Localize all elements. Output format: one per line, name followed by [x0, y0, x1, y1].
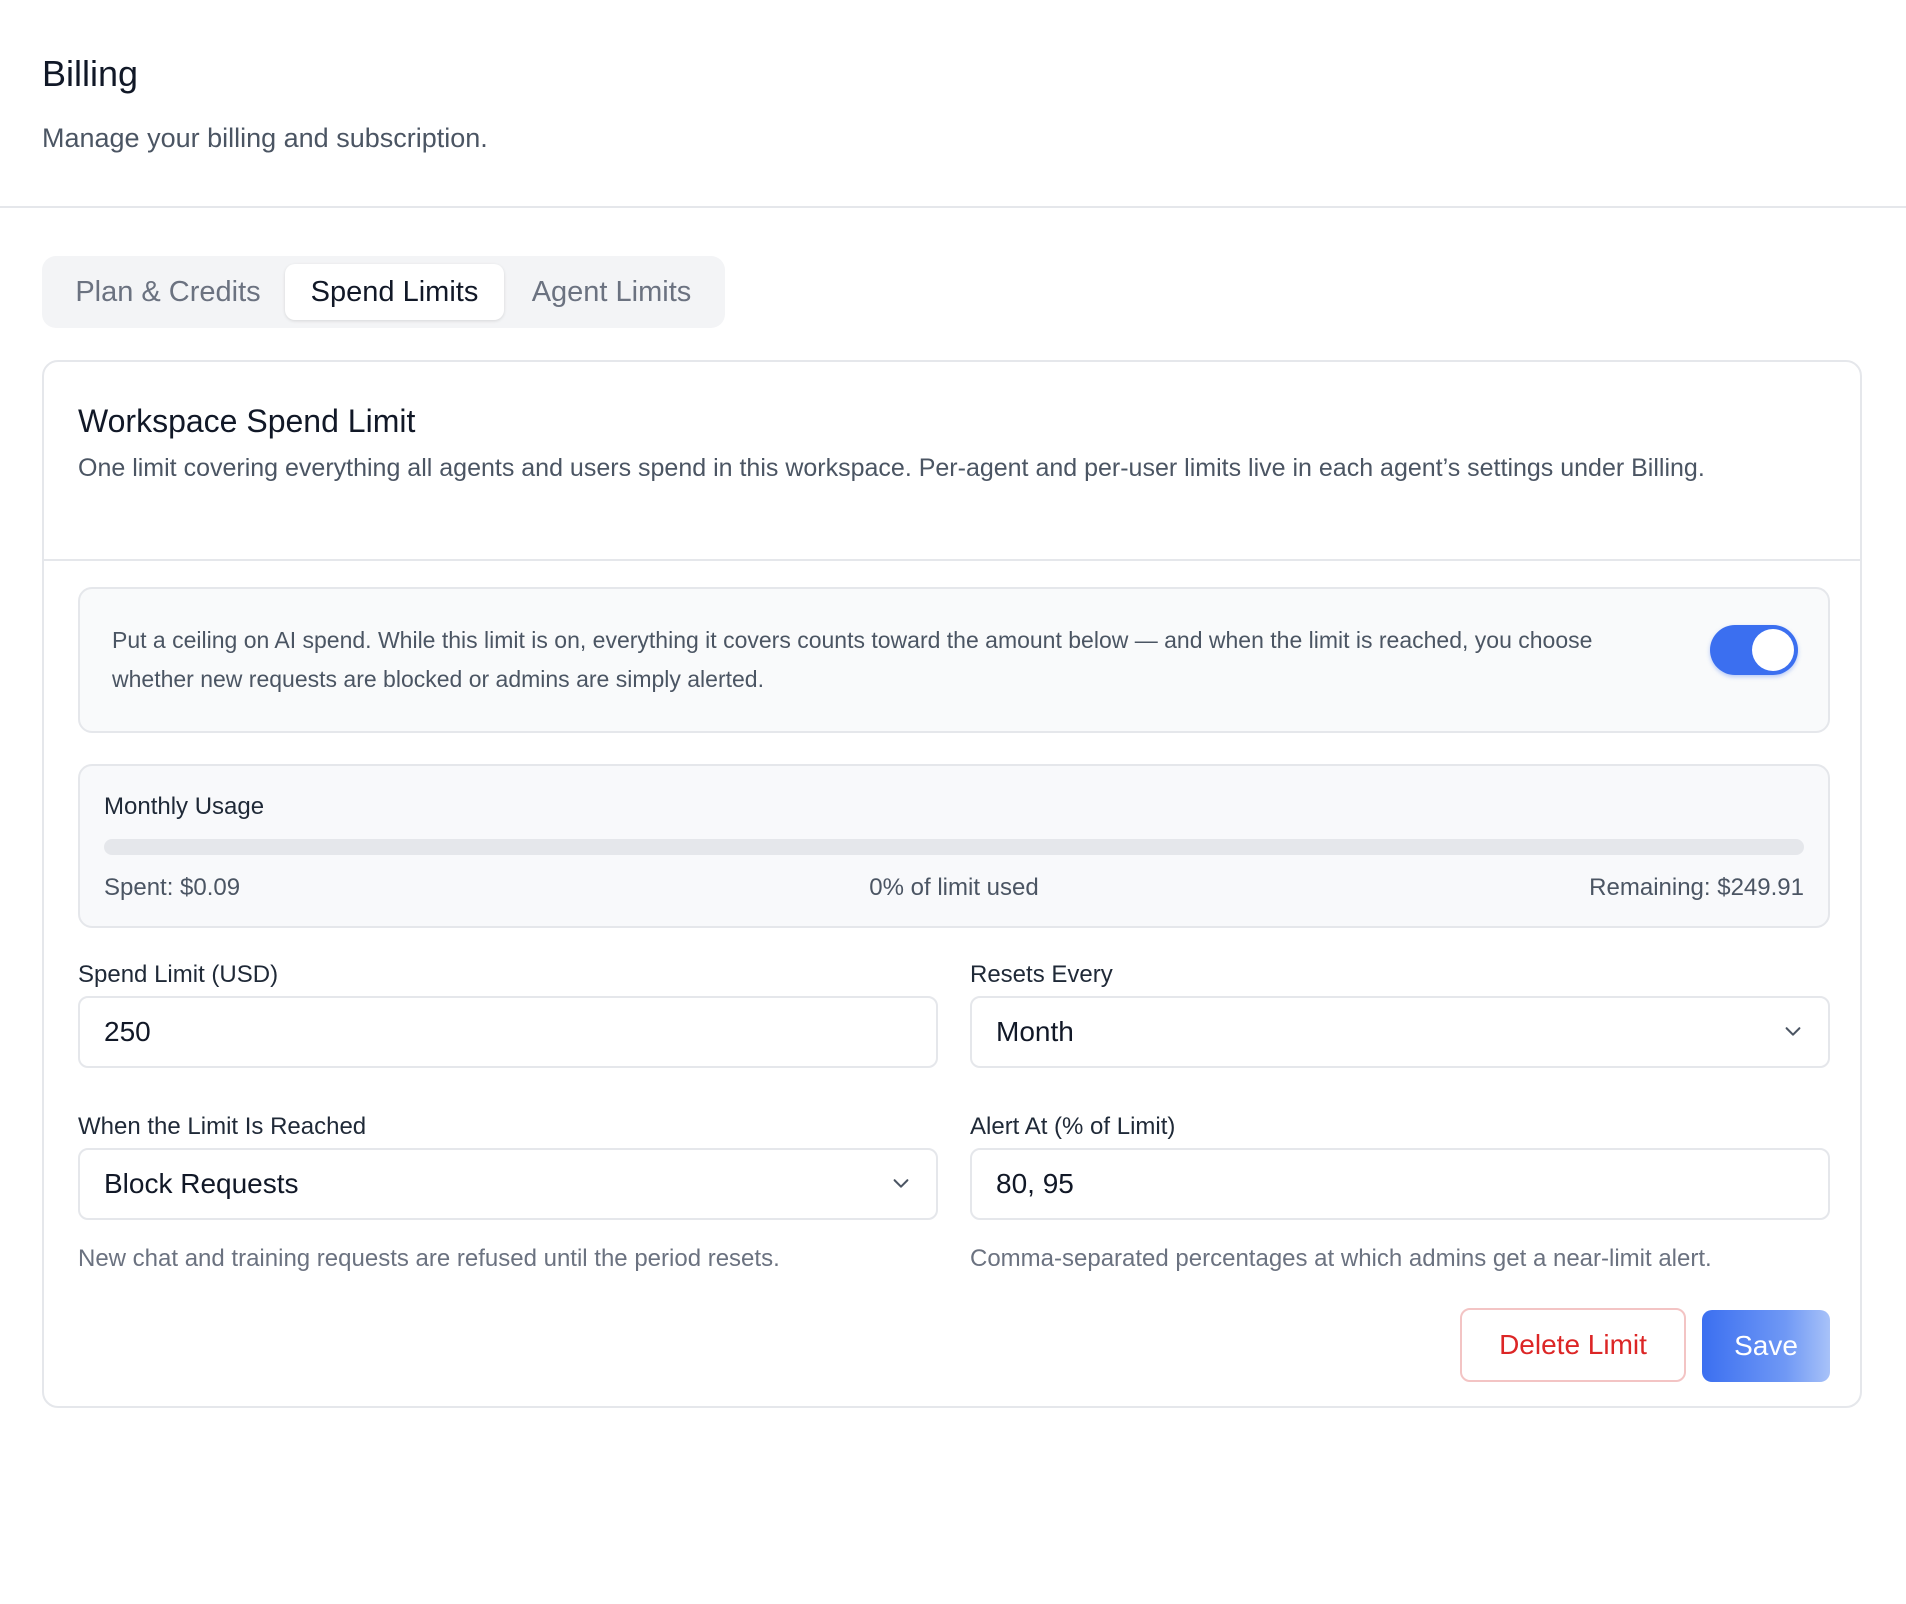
page-subtitle: Manage your billing and subscription.	[42, 123, 488, 153]
chevron-down-icon	[893, 1179, 909, 1188]
tab-spend-limits[interactable]: Spend Limits	[285, 264, 504, 320]
resets-every-value: Month	[996, 1016, 1074, 1047]
usage-progress-bar	[104, 839, 1804, 855]
billing-tabs: Plan & Credits Spend Limits Agent Limits	[42, 256, 725, 328]
tab-plan-credits[interactable]: Plan & Credits	[50, 264, 286, 320]
monthly-usage-panel: Monthly Usage Spent: $0.09 0% of limit u…	[78, 764, 1830, 928]
toggle-knob	[1752, 629, 1794, 671]
limit-toggle-section: Put a ceiling on AI spend. While this li…	[78, 587, 1830, 733]
card-title: Workspace Spend Limit	[78, 403, 416, 439]
when-reached-value: Block Requests	[104, 1168, 299, 1199]
card-description: One limit covering everything all agents…	[78, 454, 1705, 482]
alert-at-label: Alert At (% of Limit)	[970, 1113, 1176, 1140]
delete-limit-button[interactable]: Delete Limit	[1460, 1308, 1686, 1382]
page-header: Billing Manage your billing and subscrip…	[0, 0, 1906, 208]
resets-every-label: Resets Every	[970, 961, 1113, 988]
card-header: Workspace Spend Limit One limit covering…	[44, 362, 1860, 561]
spend-limit-input[interactable]	[78, 996, 938, 1068]
limit-enabled-toggle[interactable]	[1710, 625, 1798, 675]
toggle-description: Put a ceiling on AI spend. While this li…	[112, 627, 1593, 692]
when-reached-hint: New chat and training requests are refus…	[78, 1245, 780, 1272]
tab-agent-limits[interactable]: Agent Limits	[504, 264, 719, 320]
spend-limit-label: Spend Limit (USD)	[78, 961, 279, 988]
when-reached-label: When the Limit Is Reached	[78, 1113, 367, 1140]
workspace-spend-limit-card: Workspace Spend Limit One limit covering…	[42, 360, 1862, 1408]
usage-percent: 0% of limit used	[869, 874, 1039, 901]
usage-remaining: Remaining: $249.91	[1589, 874, 1804, 901]
when-reached-select[interactable]: Block Requests	[78, 1148, 938, 1220]
usage-title: Monthly Usage	[104, 793, 265, 820]
save-button[interactable]: Save	[1702, 1310, 1830, 1382]
alert-at-hint: Comma-separated percentages at which adm…	[970, 1245, 1712, 1272]
chevron-down-icon	[1785, 1027, 1801, 1036]
alert-at-input[interactable]	[970, 1148, 1830, 1220]
resets-every-select[interactable]: Month	[970, 996, 1830, 1068]
page-title: Billing	[42, 53, 139, 94]
